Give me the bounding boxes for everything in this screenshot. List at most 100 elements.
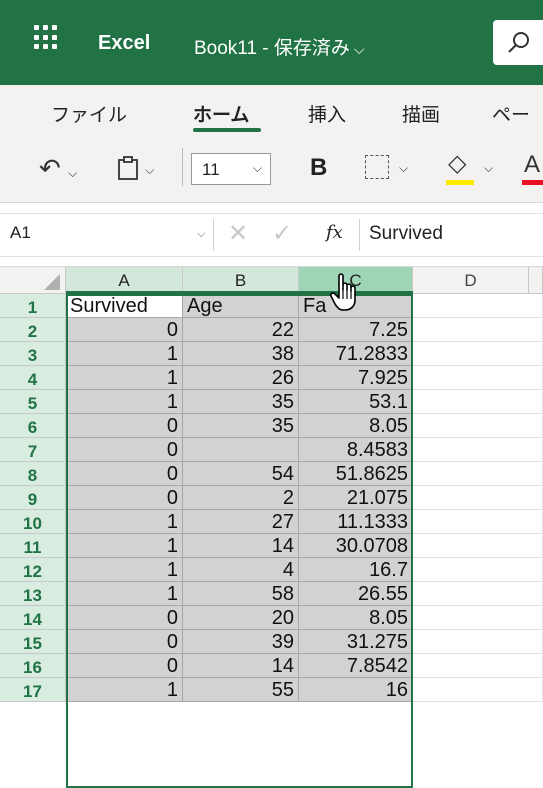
insert-function-button[interactable]: fx <box>326 222 343 243</box>
search-box[interactable] <box>493 20 543 65</box>
cell-d6[interactable] <box>413 414 543 438</box>
row-header[interactable]: 12 <box>0 558 66 582</box>
font-color-button[interactable]: A <box>524 151 540 179</box>
row-header[interactable]: 9 <box>0 486 66 510</box>
row-header[interactable]: 14 <box>0 606 66 630</box>
row-header[interactable]: 6 <box>0 414 66 438</box>
cell-c11[interactable]: 30.0708 <box>299 534 413 558</box>
cell-c3[interactable]: 71.2833 <box>299 342 413 366</box>
cell-d2[interactable] <box>413 318 543 342</box>
cell-b1[interactable]: Age <box>183 294 299 318</box>
row-header[interactable]: 17 <box>0 678 66 702</box>
select-all-button[interactable] <box>0 267 66 294</box>
chevron-down-icon[interactable]: ⌵ <box>399 161 408 176</box>
cell-d13[interactable] <box>413 582 543 606</box>
fill-color-button[interactable]: ◇ <box>448 149 466 178</box>
cell-b9[interactable]: 2 <box>183 486 299 510</box>
cell-b8[interactable]: 54 <box>183 462 299 486</box>
formula-input[interactable]: Survived <box>369 223 443 245</box>
cell-c12[interactable]: 16.7 <box>299 558 413 582</box>
row-header[interactable]: 13 <box>0 582 66 606</box>
cell-c14[interactable]: 8.05 <box>299 606 413 630</box>
cell-d12[interactable] <box>413 558 543 582</box>
cell-a7[interactable]: 0 <box>66 438 183 462</box>
cell-a15[interactable]: 0 <box>66 630 183 654</box>
row-header[interactable]: 4 <box>0 366 66 390</box>
cell-b12[interactable]: 4 <box>183 558 299 582</box>
cell-c6[interactable]: 8.05 <box>299 414 413 438</box>
chevron-down-icon[interactable]: ⌵ <box>68 166 77 180</box>
cell-d1[interactable] <box>413 294 543 318</box>
cell-c8[interactable]: 51.8625 <box>299 462 413 486</box>
cell-b17[interactable]: 55 <box>183 678 299 702</box>
cancel-icon[interactable]: ✕ <box>228 219 248 248</box>
chevron-down-icon[interactable]: ⌵ <box>145 163 154 177</box>
borders-icon[interactable] <box>365 155 389 179</box>
cell-d3[interactable] <box>413 342 543 366</box>
cell-c7[interactable]: 8.4583 <box>299 438 413 462</box>
cell-b7[interactable] <box>183 438 299 462</box>
cell-c4[interactable]: 7.925 <box>299 366 413 390</box>
cell-d14[interactable] <box>413 606 543 630</box>
cell-b2[interactable]: 22 <box>183 318 299 342</box>
row-header[interactable]: 15 <box>0 630 66 654</box>
document-title[interactable]: Book11 - 保存済み ⌵ <box>194 33 365 60</box>
cell-a3[interactable]: 1 <box>66 342 183 366</box>
cell-a13[interactable]: 1 <box>66 582 183 606</box>
chevron-down-icon[interactable]: ⌵ <box>197 228 205 241</box>
cell-b11[interactable]: 14 <box>183 534 299 558</box>
cell-a2[interactable]: 0 <box>66 318 183 342</box>
cell-b16[interactable]: 14 <box>183 654 299 678</box>
cell-a4[interactable]: 1 <box>66 366 183 390</box>
cell-d16[interactable] <box>413 654 543 678</box>
cell-a1[interactable]: Survived <box>66 294 183 318</box>
undo-button[interactable]: ↶ ⌵ <box>39 153 77 184</box>
column-header-b[interactable]: B <box>183 267 299 294</box>
row-header[interactable]: 7 <box>0 438 66 462</box>
check-icon[interactable]: ✓ <box>272 219 292 248</box>
tab-draw[interactable]: 描画 <box>402 100 440 127</box>
font-size-select[interactable]: 11 ⌵ <box>191 153 271 185</box>
cell-b6[interactable]: 35 <box>183 414 299 438</box>
chevron-down-icon[interactable]: ⌵ <box>484 161 493 176</box>
column-header-a[interactable]: A <box>66 267 183 294</box>
row-header[interactable]: 1 <box>0 294 66 318</box>
cell-b4[interactable]: 26 <box>183 366 299 390</box>
cell-a14[interactable]: 0 <box>66 606 183 630</box>
cell-b15[interactable]: 39 <box>183 630 299 654</box>
column-header-e[interactable] <box>529 267 543 294</box>
cell-d9[interactable] <box>413 486 543 510</box>
paste-button[interactable]: ⌵ <box>117 154 154 181</box>
cell-c5[interactable]: 53.1 <box>299 390 413 414</box>
cell-a5[interactable]: 1 <box>66 390 183 414</box>
cell-b10[interactable]: 27 <box>183 510 299 534</box>
cell-b5[interactable]: 35 <box>183 390 299 414</box>
cell-c17[interactable]: 16 <box>299 678 413 702</box>
row-header[interactable]: 11 <box>0 534 66 558</box>
cell-a6[interactable]: 0 <box>66 414 183 438</box>
cell-d8[interactable] <box>413 462 543 486</box>
cell-a12[interactable]: 1 <box>66 558 183 582</box>
name-box[interactable]: A1 <box>10 223 31 243</box>
cell-a17[interactable]: 1 <box>66 678 183 702</box>
cell-a11[interactable]: 1 <box>66 534 183 558</box>
cell-a16[interactable]: 0 <box>66 654 183 678</box>
cell-d17[interactable] <box>413 678 543 702</box>
cell-a8[interactable]: 0 <box>66 462 183 486</box>
tab-home[interactable]: ホーム <box>193 100 249 127</box>
cell-d5[interactable] <box>413 390 543 414</box>
bold-button[interactable]: B <box>310 154 327 182</box>
row-header[interactable]: 2 <box>0 318 66 342</box>
cell-d10[interactable] <box>413 510 543 534</box>
cell-c15[interactable]: 31.275 <box>299 630 413 654</box>
cell-d15[interactable] <box>413 630 543 654</box>
cell-b3[interactable]: 38 <box>183 342 299 366</box>
cell-d4[interactable] <box>413 366 543 390</box>
cell-c16[interactable]: 7.8542 <box>299 654 413 678</box>
row-header[interactable]: 8 <box>0 462 66 486</box>
app-name[interactable]: Excel <box>98 32 150 55</box>
app-launcher-icon[interactable] <box>34 25 60 51</box>
row-header[interactable]: 10 <box>0 510 66 534</box>
spreadsheet-grid[interactable]: A B C D 1 Survived Age Fa 2 0 22 7.25 3 1 38 71.283… <box>0 266 543 788</box>
tab-file[interactable]: ファイル <box>51 100 127 127</box>
